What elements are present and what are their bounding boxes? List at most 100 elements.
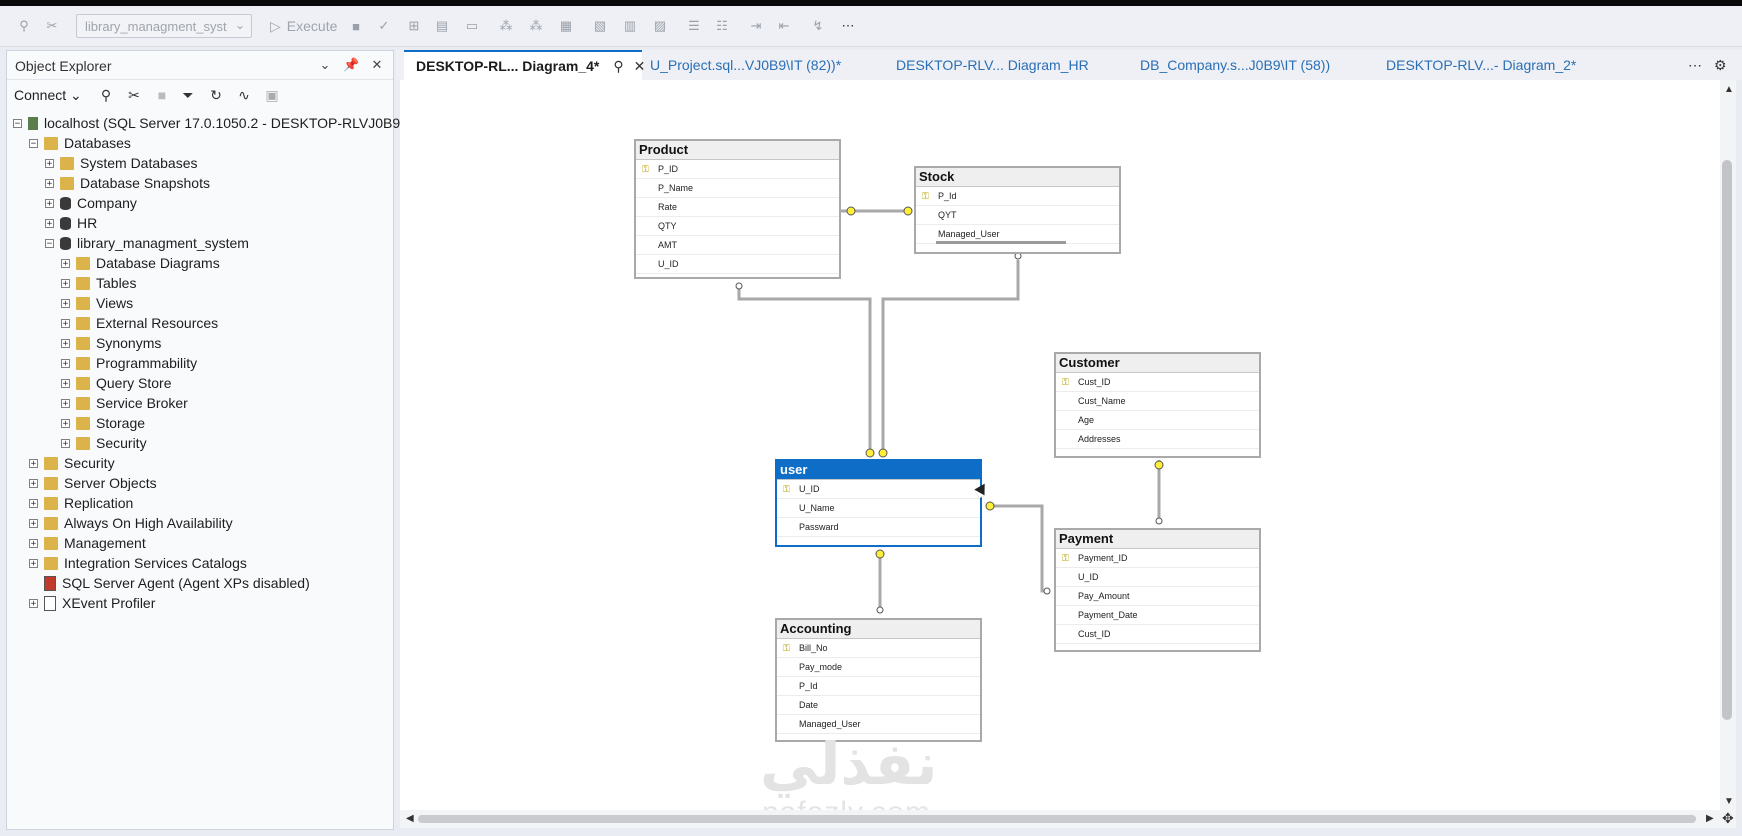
expand-icon[interactable]: + <box>29 458 38 468</box>
more-icon[interactable]: ⋯ <box>838 16 858 36</box>
expand-icon[interactable]: + <box>29 498 38 508</box>
plug-icon[interactable]: ⚲ <box>14 16 34 36</box>
vertical-scrollbar-thumb[interactable] <box>1722 160 1732 720</box>
tab-diagram-4[interactable]: DESKTOP-RL... Diagram_4* ⚲ ✕ <box>404 50 645 80</box>
tree-node[interactable]: − library_managment_system <box>45 233 249 253</box>
expand-icon[interactable]: + <box>61 418 70 428</box>
tree-node[interactable]: SQL Server Agent (Agent XPs disabled) <box>29 573 310 593</box>
statistics-icon[interactable]: ⁂ <box>526 16 546 36</box>
results-file-icon[interactable]: ▥ <box>620 16 640 36</box>
table-column[interactable]: Payment_Date <box>1056 606 1259 625</box>
table-column[interactable]: U_ID <box>636 255 839 274</box>
client-stats-icon[interactable]: ▦ <box>556 16 576 36</box>
scroll-right-icon[interactable]: ▶ <box>1706 813 1714 824</box>
scroll-left-icon[interactable]: ◀ <box>406 813 414 824</box>
save-results-icon[interactable]: ▭ <box>462 16 482 36</box>
navigate-diagram-icon[interactable]: ✥ <box>1722 810 1734 827</box>
collapse-icon[interactable]: − <box>45 238 54 248</box>
table-column[interactable]: QYT <box>916 206 1119 225</box>
tree-node[interactable]: − Databases <box>29 133 131 153</box>
tree-node[interactable]: + Always On High Availability <box>29 513 233 533</box>
expand-icon[interactable]: + <box>45 158 54 168</box>
table-column[interactable]: Passward <box>777 518 980 537</box>
close-icon[interactable]: ✕ <box>634 58 646 75</box>
table-column[interactable]: U_ID <box>1056 568 1259 587</box>
tab-diagram-2[interactable]: DESKTOP-RLV...- Diagram_2* <box>1386 50 1576 80</box>
expand-icon[interactable]: + <box>61 338 70 348</box>
table-accounting[interactable]: Accounting ⚿ Bill_No Pay_mode P_Id Date Manag… <box>775 618 982 742</box>
table-column[interactable]: Cust_Name <box>1056 392 1259 411</box>
table-column[interactable]: ⚿ U_ID <box>777 480 980 499</box>
expand-icon[interactable]: + <box>45 218 54 228</box>
plug-icon[interactable]: ⚲ <box>97 86 115 104</box>
expand-icon[interactable]: + <box>61 398 70 408</box>
connect-button[interactable]: Connect ⌄ <box>14 87 82 104</box>
tree-node[interactable]: + HR <box>45 213 97 233</box>
table-column[interactable]: Pay_Amount <box>1056 587 1259 606</box>
tab-diagram-hr[interactable]: DESKTOP-RLV... Diagram_HR <box>896 50 1089 80</box>
table-column[interactable]: Cust_ID <box>1056 625 1259 644</box>
tree-node[interactable]: + Integration Services Catalogs <box>29 553 247 573</box>
expand-icon[interactable]: + <box>29 598 38 608</box>
specify-values-icon[interactable]: ↯ <box>808 16 828 36</box>
table-column[interactable]: ⚿ P_ID <box>636 160 839 179</box>
expand-icon[interactable]: + <box>61 358 70 368</box>
tree-node[interactable]: + System Databases <box>45 153 198 173</box>
tree-node[interactable]: + Programmability <box>61 353 197 373</box>
tree-node[interactable]: + Security <box>29 453 115 473</box>
tree-node[interactable]: + Service Broker <box>61 393 188 413</box>
tree-node[interactable]: + Query Store <box>61 373 171 393</box>
table-column[interactable]: Age <box>1056 411 1259 430</box>
disconnect-icon[interactable]: ✂ <box>125 86 143 104</box>
pin-icon[interactable]: 📌 <box>343 57 359 73</box>
table-column[interactable]: ⚿ P_Id <box>916 187 1119 206</box>
expand-icon[interactable]: + <box>45 198 54 208</box>
expand-icon[interactable]: + <box>29 518 38 528</box>
table-column[interactable]: ⚿ Cust_ID <box>1056 373 1259 392</box>
table-column[interactable]: P_Id <box>777 677 980 696</box>
table-column[interactable]: Addresses <box>1056 430 1259 449</box>
activity-icon[interactable]: ∿ <box>235 86 253 104</box>
table-column[interactable]: Date <box>777 696 980 715</box>
table-column[interactable]: QTY <box>636 217 839 236</box>
tab-u-project-sql[interactable]: U_Project.sql...VJ0B9\IT (82))* <box>650 50 841 80</box>
scroll-up-icon[interactable]: ▲ <box>1724 84 1734 95</box>
expand-icon[interactable]: + <box>29 478 38 488</box>
expand-icon[interactable]: + <box>61 378 70 388</box>
tree-node[interactable]: + Tables <box>61 273 136 293</box>
database-selector[interactable]: library_managment_syst ⌄ <box>76 14 252 38</box>
tab-db-company-sql[interactable]: DB_Company.s...J0B9\IT (58)) <box>1140 50 1330 80</box>
tree-node[interactable]: + Storage <box>61 413 145 433</box>
table-column[interactable]: ⚿ Payment_ID <box>1056 549 1259 568</box>
pin-icon[interactable]: ⚲ <box>613 58 623 75</box>
check-icon[interactable]: ✓ <box>374 16 394 36</box>
table-column[interactable]: ⚿ Bill_No <box>777 639 980 658</box>
collapse-icon[interactable]: − <box>13 118 22 128</box>
expand-icon[interactable]: + <box>61 318 70 328</box>
table-column[interactable]: Rate <box>636 198 839 217</box>
expand-icon[interactable]: + <box>61 278 70 288</box>
tree-node[interactable]: + Replication <box>29 493 133 513</box>
stop-icon[interactable]: ■ <box>346 16 366 36</box>
query-options-icon[interactable]: ▨ <box>650 16 670 36</box>
table-column[interactable]: P_Name <box>636 179 839 198</box>
tree-node[interactable]: + Management <box>29 533 146 553</box>
expand-icon[interactable]: + <box>61 298 70 308</box>
table-column[interactable]: AMT <box>636 236 839 255</box>
refresh-icon[interactable]: ↻ <box>207 86 225 104</box>
table-scrollbar[interactable] <box>936 241 1066 244</box>
results-grid-icon[interactable]: ▤ <box>432 16 452 36</box>
tree-node[interactable]: + External Resources <box>61 313 218 333</box>
expand-icon[interactable]: + <box>45 178 54 188</box>
include-plan-icon[interactable]: ⁂ <box>496 16 516 36</box>
summary-icon[interactable]: ▣ <box>263 86 281 104</box>
tree-node[interactable]: + Database Snapshots <box>45 173 210 193</box>
tree-node[interactable]: + Company <box>45 193 137 213</box>
table-product[interactable]: Product ⚿ P_ID P_Name Rate QTY AMT U_ID <box>634 139 841 279</box>
tree-node[interactable]: + Synonyms <box>61 333 161 353</box>
tree-node[interactable]: + Database Diagrams <box>61 253 220 273</box>
collapse-icon[interactable]: − <box>29 138 38 148</box>
filter-icon[interactable]: ⏷ <box>179 86 197 104</box>
disconnect-icon[interactable]: ✂ <box>42 16 62 36</box>
tree-node[interactable]: + XEvent Profiler <box>29 593 155 613</box>
